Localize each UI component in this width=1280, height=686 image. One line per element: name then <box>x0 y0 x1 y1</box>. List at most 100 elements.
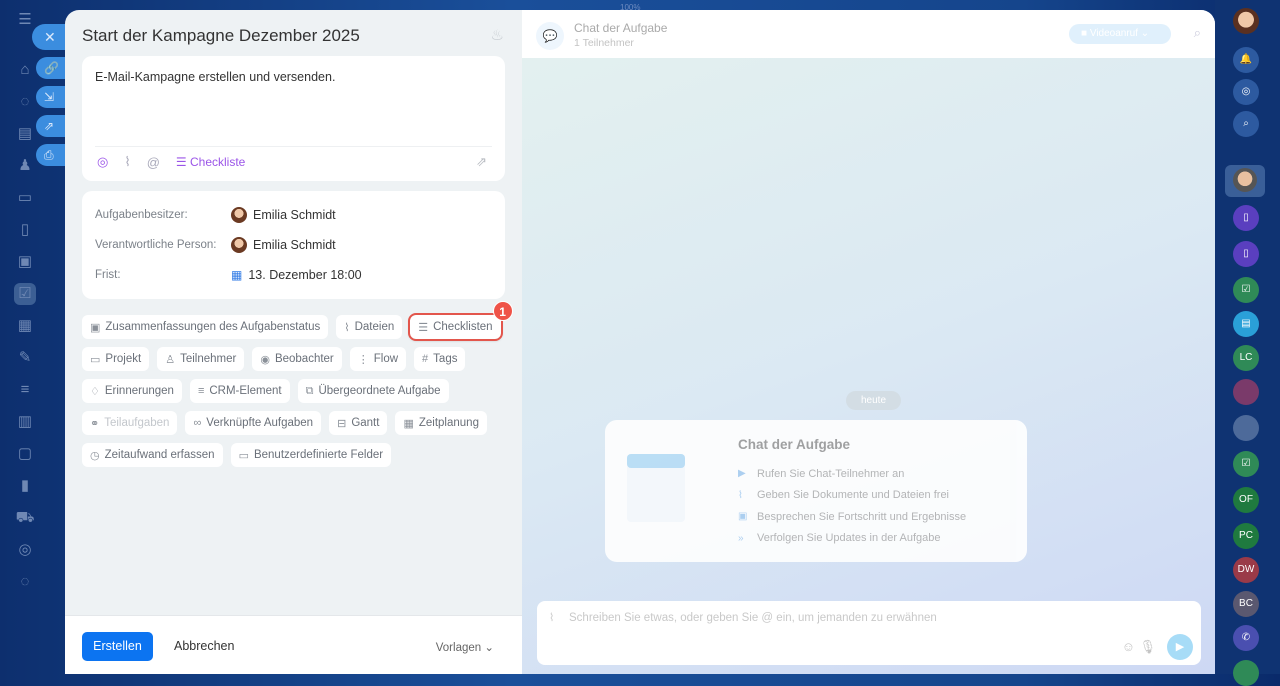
owner-value[interactable]: Emilia Schmidt <box>231 207 336 223</box>
chip-label: Gantt <box>351 417 380 429</box>
send-button[interactable]: ▶ <box>1167 634 1193 660</box>
chat-panel: 💬 Chat der Aufgabe 1 Teilnehmer ■ Videoa… <box>522 10 1215 674</box>
docs-icon[interactable]: ▯ <box>14 219 36 241</box>
responsible-value[interactable]: Emilia Schmidt <box>231 237 336 253</box>
chip-checklisten[interactable]: ☰ Checklisten 1 <box>408 301 513 341</box>
search-chat-icon[interactable]: ⌕ <box>1233 111 1259 137</box>
chat-item[interactable]: ▯ <box>1233 205 1259 231</box>
checklist-button[interactable]: ☰ Checkliste <box>176 155 245 169</box>
users-icon[interactable]: ♟ <box>14 155 36 177</box>
chat-item-avatar[interactable] <box>1233 379 1259 405</box>
chip-zusammenfassungen-des-aufgabenstatus[interactable]: ▣ Zusammenfassungen des Aufgabenstatus <box>82 315 329 339</box>
chip-icon: ▭ <box>238 449 249 462</box>
task-chat-item[interactable]: ☑ <box>1233 277 1259 303</box>
chip-icon: ♢ <box>90 385 100 398</box>
chip-label: Erinnerungen <box>104 385 174 397</box>
task-panel: Start der Kampagne Dezember 2025 ♨ E-Mai… <box>65 10 522 674</box>
chat-item[interactable]: ▤ <box>1233 311 1259 337</box>
menu-icon[interactable]: ☰ <box>14 9 36 31</box>
cancel-button[interactable]: Abbrechen <box>174 639 234 653</box>
phone-icon[interactable]: ✆ <box>1233 625 1259 651</box>
more-icon[interactable]: ◌ <box>14 571 36 593</box>
task-chat-item[interactable]: ☑ <box>1233 451 1259 477</box>
calendar-icon[interactable]: ▦ <box>14 315 36 337</box>
attach-icon[interactable]: ⌇ <box>549 611 554 624</box>
contact-icon[interactable]: ▢ <box>14 443 36 465</box>
chip-teilnehmer[interactable]: ♙ Teilnehmer <box>157 347 245 371</box>
attach-icon[interactable]: ⌇ <box>124 154 130 170</box>
chip-verkn-pfte-aufgaben[interactable]: ∞ Verknüpfte Aufgaben <box>185 411 322 435</box>
crm-icon[interactable]: ≡ <box>14 379 36 401</box>
recent-chat-avatar[interactable] <box>1225 165 1265 197</box>
chat-intro-card: Chat der Aufgabe ▶ Rufen Sie Chat-Teilneh… <box>605 420 1027 562</box>
chip--bergeordnete-aufgabe[interactable]: ⧉ Übergeordnete Aufgabe <box>297 379 449 403</box>
chip-label: Teilaufgaben <box>104 417 170 429</box>
chip-row: ▣ Zusammenfassungen des Aufgabenstatus ⌇ Da… <box>82 301 513 341</box>
templates-dropdown[interactable]: Vorlagen ⌄ <box>436 640 494 654</box>
chip-row: ◷ Zeitaufwand erfassen ▭ Benutzerdefinierte… <box>82 443 512 467</box>
board-icon[interactable]: ▣ <box>14 251 36 273</box>
chip-dateien[interactable]: ⌇ Dateien <box>336 315 403 339</box>
chip-erinnerungen[interactable]: ♢ Erinnerungen <box>82 379 182 403</box>
settings-icon[interactable]: ◎ <box>14 539 36 561</box>
description-input[interactable]: E-Mail-Kampagne erstellen und versenden. <box>95 70 335 84</box>
chat-header: 💬 Chat der Aufgabe 1 Teilnehmer ■ Videoa… <box>522 10 1215 58</box>
analytics-icon[interactable]: ▮ <box>14 475 36 497</box>
home-icon[interactable]: ⌂ <box>14 59 36 81</box>
microphone-icon[interactable]: 🎙 <box>1139 639 1156 655</box>
feed-icon[interactable]: ▤ <box>14 123 36 145</box>
chip-row: ♢ Erinnerungen ≡ CRM-Element ⧉ Übergeordnete … <box>82 379 512 403</box>
flame-icon[interactable]: ♨ <box>491 26 504 44</box>
flow-icon[interactable]: ◌ <box>14 91 36 113</box>
chat-item-lc[interactable]: LC <box>1233 345 1259 371</box>
search-icon[interactable]: ⌕ <box>1194 25 1201 41</box>
checklist-label: Checkliste <box>190 155 246 169</box>
chat-illustration <box>627 454 685 522</box>
inbox-icon[interactable]: ▭ <box>14 187 36 209</box>
field-responsible: Verantwortliche Person: Emilia Schmidt <box>95 237 336 253</box>
task-title[interactable]: Start der Kampagne Dezember 2025 <box>82 26 360 46</box>
emoji-icon[interactable]: ☺ <box>1122 639 1135 654</box>
field-chips: ▣ Zusammenfassungen des Aufgabenstatus ⌇ Da… <box>82 301 513 475</box>
chip-icon: ▭ <box>90 353 101 366</box>
chip-projekt[interactable]: ▭ Projekt <box>82 347 150 371</box>
chip-tags[interactable]: # Tags <box>414 347 466 371</box>
chat-item-of[interactable]: OF <box>1233 487 1259 513</box>
chip-benutzerdefinierte-felder[interactable]: ▭ Benutzerdefinierte Felder <box>230 443 392 467</box>
chip-crm-element[interactable]: ≡ CRM-Element <box>189 379 290 403</box>
cart-icon[interactable]: ⛟ <box>14 507 36 529</box>
chip-zeitaufwand-erfassen[interactable]: ◷ Zeitaufwand erfassen <box>82 443 223 467</box>
chat-item[interactable] <box>1233 660 1259 686</box>
copilot-icon[interactable]: ◎ <box>1233 79 1259 105</box>
chat-item-dw[interactable]: DW <box>1233 557 1259 583</box>
chat-item-bc[interactable]: BC <box>1233 591 1259 617</box>
divider <box>95 146 492 147</box>
expand-icon[interactable]: ⇗ <box>476 154 487 170</box>
chip-zeitplanung[interactable]: ▦ Zeitplanung <box>395 411 487 435</box>
message-input[interactable]: ⌇ Schreiben Sie etwas, oder geben Sie @ … <box>537 601 1201 665</box>
chip-flow[interactable]: ⋮ Flow <box>349 347 407 371</box>
video-icon: ▶ <box>738 468 746 480</box>
create-button[interactable]: Erstellen <box>82 632 153 661</box>
chip-row: ▭ Projekt ♙ Teilnehmer ◉ Beobachter ⋮ Flow # Tags <box>82 347 512 371</box>
mention-icon[interactable]: @ <box>147 155 160 170</box>
copilot-icon[interactable]: ◎ <box>97 154 108 170</box>
bell-icon[interactable]: 🔔 <box>1233 47 1259 73</box>
avatar <box>231 207 247 223</box>
chat-item-pc[interactable]: PC <box>1233 523 1259 549</box>
deadline-value[interactable]: ▦ 13. Dezember 18:00 <box>231 268 362 282</box>
video-call-button[interactable]: ■ Videoanruf ⌄ <box>1069 24 1171 44</box>
message-placeholder: Schreiben Sie etwas, oder geben Sie @ ei… <box>569 612 937 624</box>
chip-label: Benutzerdefinierte Felder <box>253 449 384 461</box>
chip-teilaufgaben[interactable]: ⚭ Teilaufgaben <box>82 411 178 435</box>
tasks-icon[interactable]: ☑ <box>14 283 36 305</box>
store-icon[interactable]: ▥ <box>14 411 36 433</box>
chip-gantt[interactable]: ⊟ Gantt <box>329 411 388 435</box>
sign-icon[interactable]: ✎ <box>14 347 36 369</box>
chip-beobachter[interactable]: ◉ Beobachter <box>252 347 342 371</box>
group-chat-avatar[interactable] <box>1233 415 1259 441</box>
chat-item[interactable]: ▯ <box>1233 241 1259 267</box>
user-avatar[interactable] <box>1233 8 1259 34</box>
intro-title: Chat der Aufgabe <box>738 437 851 452</box>
step-badge: 1 <box>492 301 513 321</box>
